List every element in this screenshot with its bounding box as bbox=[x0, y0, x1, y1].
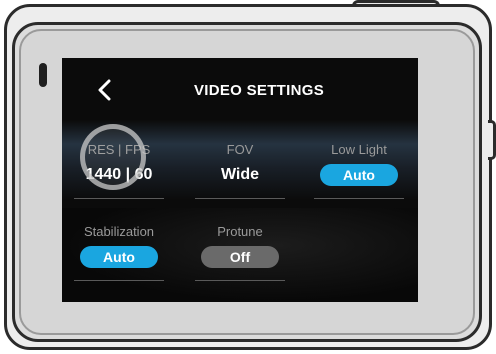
back-button[interactable] bbox=[92, 78, 116, 102]
setting-label: FOV bbox=[226, 142, 254, 157]
page-title: VIDEO SETTINGS bbox=[193, 82, 325, 99]
status-led bbox=[39, 63, 47, 87]
setting-label: Low Light bbox=[331, 142, 387, 157]
setting-underline bbox=[195, 280, 285, 281]
chevron-left-icon bbox=[98, 79, 111, 101]
setting-stabilization[interactable]: Stabilization Auto bbox=[74, 224, 164, 286]
touch-indicator-circle bbox=[80, 124, 146, 190]
setting-underline bbox=[195, 198, 285, 199]
setting-underline bbox=[314, 198, 404, 199]
setting-label: Protune bbox=[217, 224, 263, 239]
setting-low-light[interactable]: Low Light Auto bbox=[314, 142, 404, 204]
toggle-pill-on[interactable]: Auto bbox=[80, 246, 158, 268]
toggle-pill-on[interactable]: Auto bbox=[320, 164, 398, 186]
setting-underline bbox=[74, 280, 164, 281]
setting-value: Wide bbox=[220, 166, 260, 183]
setting-protune[interactable]: Protune Off bbox=[195, 224, 285, 286]
setting-label: Stabilization bbox=[83, 224, 155, 239]
side-button[interactable] bbox=[488, 120, 496, 160]
toggle-pill-off[interactable]: Off bbox=[201, 246, 279, 268]
setting-fov[interactable]: FOV Wide bbox=[195, 142, 285, 204]
setting-underline bbox=[74, 198, 164, 199]
touch-screen: VIDEO SETTINGS RES | FPS 1440 | 60 FOV W… bbox=[62, 58, 418, 302]
